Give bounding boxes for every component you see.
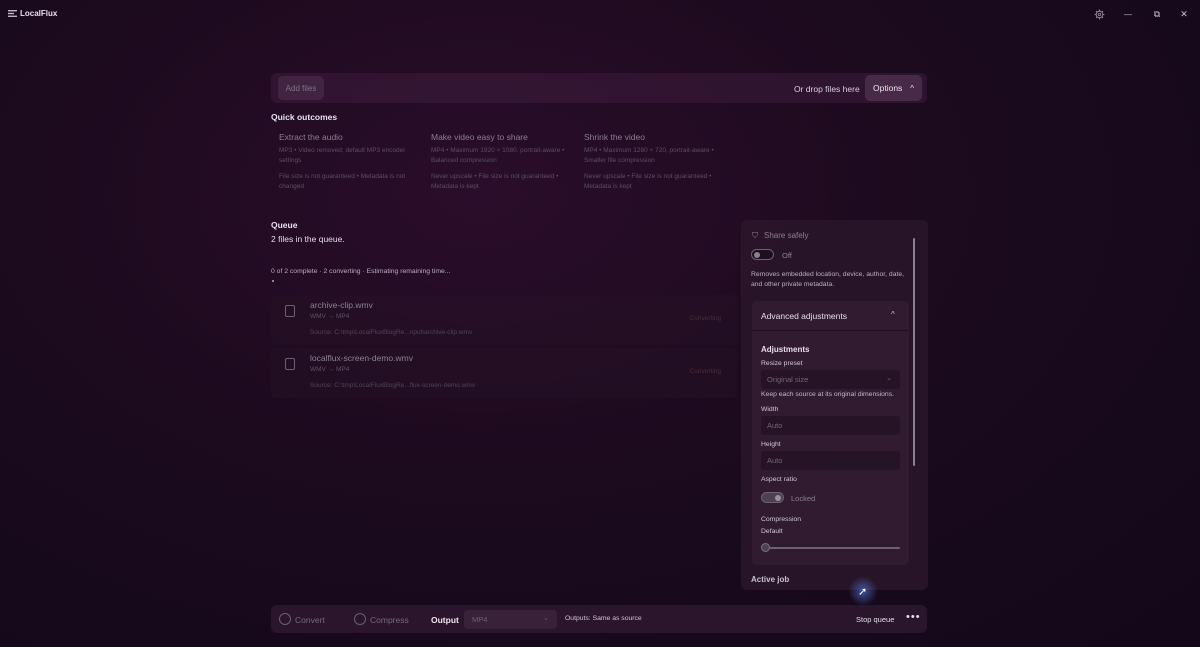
active-job-title: Active job xyxy=(751,575,790,584)
settings-button[interactable] xyxy=(1091,6,1107,22)
options-label: Options xyxy=(873,83,903,93)
quick-outcomes-title: Quick outcomes xyxy=(271,112,338,122)
mouse-cursor-icon: ➚ xyxy=(858,586,868,598)
compression-slider-track[interactable] xyxy=(765,547,900,549)
chevron-down-icon: ⌄ xyxy=(543,615,549,622)
aspect-ratio-label: Aspect ratio xyxy=(761,476,797,483)
queue-item-source: Source: C:\tmp\LocalFluxBlogRe...flux-sc… xyxy=(310,382,476,389)
app-logo-icon xyxy=(8,10,17,17)
options-panel-scrollbar[interactable] xyxy=(913,238,915,466)
app-title: LocalFlux xyxy=(20,9,58,18)
compress-label[interactable]: Compress xyxy=(370,615,409,625)
compress-radio[interactable] xyxy=(354,613,366,625)
outputs-destination-text: Outputs: Same as source xyxy=(565,615,642,622)
add-files-button[interactable]: Add files xyxy=(278,76,324,100)
quick-outcome-share-video[interactable]: Make video easy to share MP4 • Maximum 1… xyxy=(431,132,571,192)
queue-item-format: WMV → MP4 xyxy=(310,366,350,373)
resize-preset-label: Resize preset xyxy=(761,360,803,367)
close-icon: ✕ xyxy=(1180,8,1188,19)
quick-outcome-note: Never upscale • File size is not guarant… xyxy=(431,173,559,190)
queue-item-source: Source: C:\tmp\LocalFluxBlogRe...nput\ar… xyxy=(310,329,473,336)
queue-item[interactable]: archive-clip.wmv WMV → MP4 Source: C:\tm… xyxy=(271,295,737,345)
queue-item-format: WMV → MP4 xyxy=(310,313,350,320)
convert-label[interactable]: Convert xyxy=(295,615,325,625)
toggle-knob xyxy=(775,495,781,501)
quick-outcome-desc: MP3 • Video removed; default MP3 encoder… xyxy=(279,147,406,164)
aspect-ratio-toggle-label: Locked xyxy=(791,494,816,503)
output-format-select[interactable]: MP4 ⌄ xyxy=(464,610,557,629)
queue-item[interactable]: localflux-screen-demo.wmv WMV → MP4 Sour… xyxy=(271,348,737,398)
quick-outcome-title: Shrink the video xyxy=(584,132,645,142)
quick-outcome-title: Extract the audio xyxy=(279,132,343,142)
minimize-button[interactable]: — xyxy=(1120,6,1136,22)
quick-outcome-shrink-video[interactable]: Shrink the video MP4 • Maximum 1280 × 72… xyxy=(584,132,724,192)
quick-outcome-desc: MP4 • Maximum 1280 × 720, portrait-aware… xyxy=(584,147,714,164)
progress-indicator xyxy=(272,280,274,282)
share-safely-title: Share safely xyxy=(764,231,809,240)
queue-count: 2 files in the queue. xyxy=(271,234,345,244)
chevron-up-icon[interactable]: ^ xyxy=(891,310,895,319)
restore-icon: ⧉ xyxy=(1153,8,1161,19)
share-safely-description: Removes embedded location, device, autho… xyxy=(751,271,905,288)
width-label: Width xyxy=(761,406,779,413)
adjustments-title: Adjustments xyxy=(761,345,810,354)
minimize-icon: — xyxy=(1124,9,1132,19)
quick-outcome-extract-audio[interactable]: Extract the audio MP3 • Video removed; d… xyxy=(279,132,419,192)
drop-hint: Or drop files here xyxy=(794,84,860,94)
chevron-up-icon: ^ xyxy=(910,83,915,93)
share-safely-toggle-label: Off xyxy=(782,251,792,260)
resize-preset-hint: Keep each source at its original dimensi… xyxy=(761,391,894,398)
convert-radio[interactable] xyxy=(279,613,291,625)
height-input[interactable]: Auto xyxy=(761,451,900,470)
output-format-value: MP4 xyxy=(472,615,488,624)
more-options-icon[interactable]: ••• xyxy=(906,611,921,623)
quick-outcome-note: Never upscale • File size is not guarant… xyxy=(584,173,712,190)
resize-preset-select[interactable]: Original size ⌄ xyxy=(761,370,900,389)
compression-label: Compression xyxy=(761,516,802,523)
resize-preset-value: Original size xyxy=(767,375,809,384)
width-input[interactable]: Auto xyxy=(761,416,900,435)
stop-queue-button[interactable]: Stop queue xyxy=(856,615,894,624)
close-button[interactable]: ✕ xyxy=(1176,6,1192,22)
compression-slider-thumb[interactable] xyxy=(761,543,770,552)
queue-item-status: Converting xyxy=(689,368,721,375)
divider xyxy=(752,330,909,331)
queue-item-name: localflux-screen-demo.wmv xyxy=(310,353,413,363)
aspect-ratio-toggle[interactable] xyxy=(761,492,784,503)
queue-progress-text: 0 of 2 complete · 2 converting · Estimat… xyxy=(271,268,451,275)
queue-item-name: archive-clip.wmv xyxy=(310,300,373,310)
toggle-knob xyxy=(754,252,760,258)
maximize-button[interactable]: ⧉ xyxy=(1149,6,1165,22)
options-button[interactable]: Options ^ xyxy=(865,75,922,101)
file-icon xyxy=(285,358,295,370)
chevron-down-icon: ⌄ xyxy=(886,375,892,382)
title-bar: LocalFlux — ⧉ ✕ xyxy=(0,0,1200,28)
compression-value: Default xyxy=(761,528,783,535)
quick-outcome-title: Make video easy to share xyxy=(431,132,528,142)
share-safely-toggle[interactable] xyxy=(751,249,774,260)
gear-icon xyxy=(1094,9,1104,19)
queue-item-status: Converting xyxy=(689,315,721,322)
file-icon xyxy=(285,305,295,317)
shield-icon: ⛉ xyxy=(752,231,758,240)
queue-title: Queue xyxy=(271,220,298,230)
output-label: Output xyxy=(431,615,459,625)
quick-outcome-desc: MP4 • Maximum 1920 × 1080, portrait-awar… xyxy=(431,147,565,164)
height-label: Height xyxy=(761,441,781,448)
quick-outcome-note: File size is not guaranteed • Metadata i… xyxy=(279,173,406,190)
advanced-adjustments-header[interactable]: Advanced adjustments xyxy=(761,311,847,321)
